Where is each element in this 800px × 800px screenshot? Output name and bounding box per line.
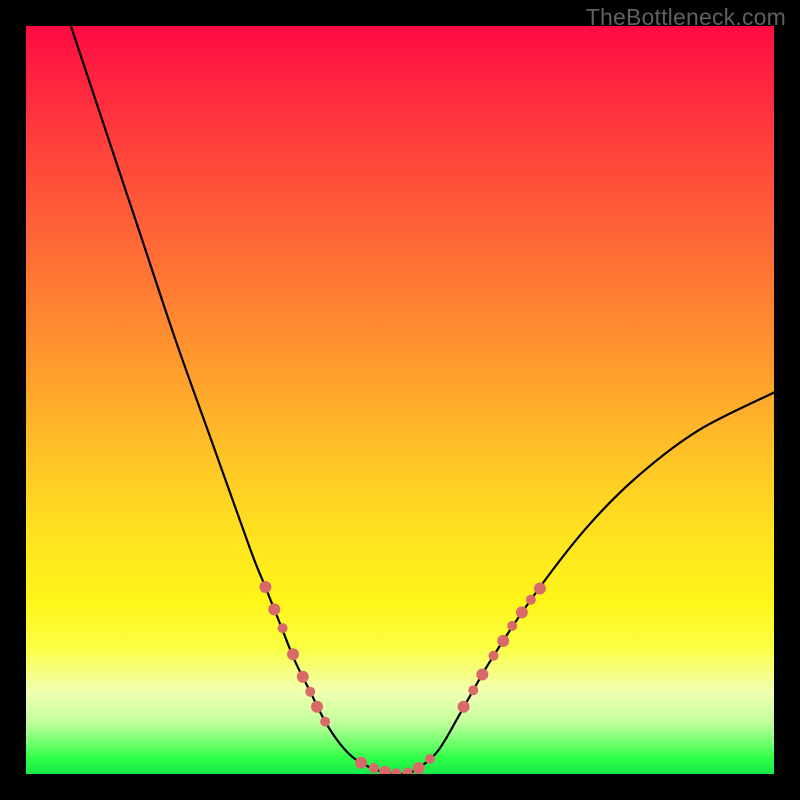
chart-frame: TheBottleneck.com xyxy=(0,0,800,800)
data-marker xyxy=(259,581,271,593)
data-marker xyxy=(278,623,288,633)
data-marker xyxy=(311,701,323,713)
data-marker xyxy=(268,603,280,615)
data-marker xyxy=(489,651,499,661)
data-marker xyxy=(413,762,425,774)
data-marker xyxy=(403,768,413,775)
bottleneck-curve xyxy=(71,26,774,774)
data-marker xyxy=(497,635,509,647)
data-marker xyxy=(526,595,536,605)
data-marker xyxy=(320,717,330,727)
data-marker xyxy=(379,766,391,774)
data-marker xyxy=(369,763,379,773)
data-marker xyxy=(297,671,309,683)
data-marker xyxy=(507,621,517,631)
data-marker xyxy=(476,669,488,681)
data-marker xyxy=(516,606,528,618)
data-marker xyxy=(305,687,315,697)
chart-svg xyxy=(26,26,774,774)
marker-group xyxy=(259,581,546,774)
data-marker xyxy=(534,583,546,595)
attribution-label: TheBottleneck.com xyxy=(586,4,786,31)
data-marker xyxy=(468,685,478,695)
data-marker xyxy=(458,701,470,713)
data-marker xyxy=(425,754,435,764)
data-marker xyxy=(355,757,367,769)
plot-area xyxy=(26,26,774,774)
data-marker xyxy=(287,648,299,660)
data-marker xyxy=(391,768,401,774)
